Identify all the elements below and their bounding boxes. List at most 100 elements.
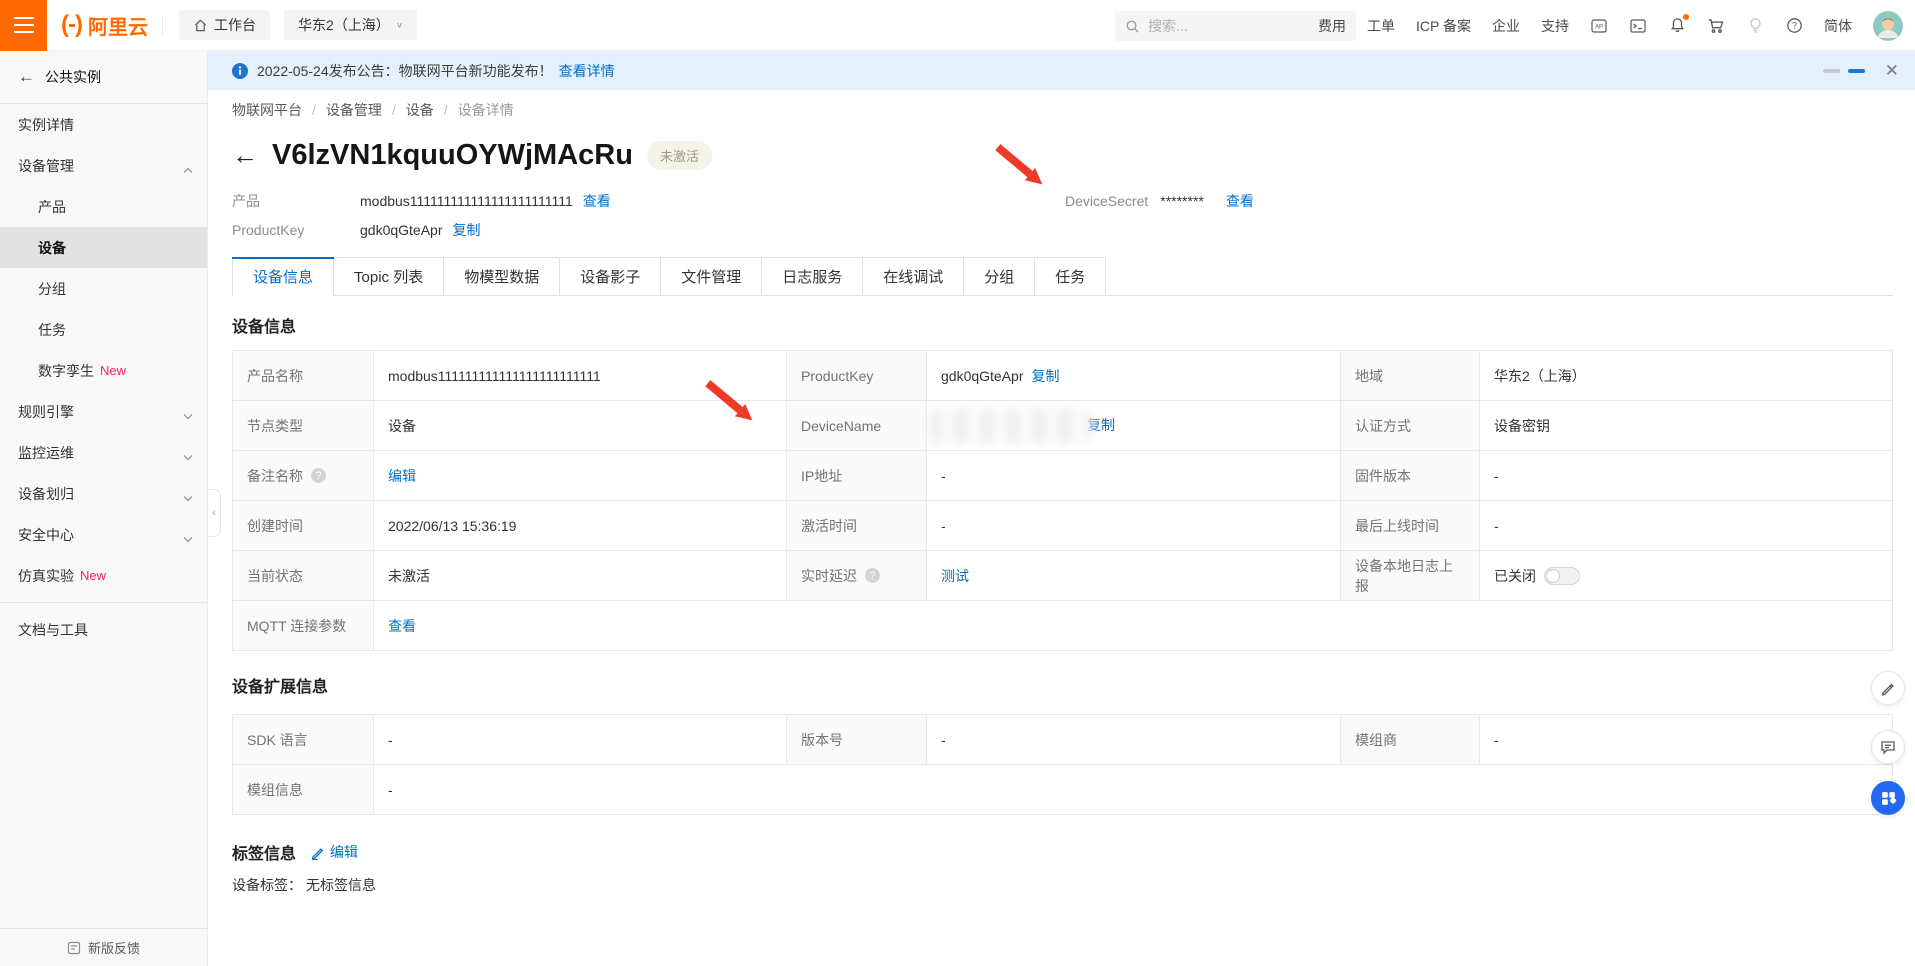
value-realtime-delay: 测试	[927, 551, 1341, 601]
feedback-pencil-button[interactable]	[1871, 671, 1905, 705]
chat-support-button[interactable]	[1871, 730, 1905, 764]
search-icon	[1125, 19, 1140, 34]
lightbulb-icon[interactable]	[1746, 17, 1764, 35]
region-selector[interactable]: 华东2（上海） ∨	[284, 10, 417, 40]
sidebar-item-simulation-lab[interactable]: 仿真实验 New	[0, 555, 207, 596]
label-remark-name: 备注名称?	[233, 451, 374, 501]
label-firmware-version: 固件版本	[1341, 451, 1480, 501]
terminal-icon[interactable]	[1629, 17, 1647, 35]
section-title-device-ext-info: 设备扩展信息	[232, 673, 1893, 697]
tab-file-management[interactable]: 文件管理	[661, 257, 762, 295]
api-icon[interactable]: AP	[1590, 17, 1608, 35]
breadcrumb-iot-platform[interactable]: 物联网平台	[232, 100, 302, 120]
productkey-label: ProductKey	[232, 222, 360, 238]
value-local-log-report: 已关闭	[1480, 551, 1892, 601]
status-badge: 未激活	[647, 141, 712, 170]
sidebar-collapse-handle[interactable]: ‹	[208, 489, 221, 537]
sidebar-item-digital-twin[interactable]: 数字孪生 New	[0, 350, 207, 391]
product-view-link[interactable]: 查看	[583, 191, 611, 211]
tab-tsl-data[interactable]: 物模型数据	[444, 257, 560, 295]
menu-billing[interactable]: 费用	[1318, 16, 1346, 36]
sidebar-item-products[interactable]: 产品	[0, 186, 207, 227]
sidebar-item-groups[interactable]: 分组	[0, 268, 207, 309]
feedback-form-icon	[67, 941, 81, 955]
devicesecret-label: DeviceSecret	[1065, 193, 1148, 209]
section-title-device-info: 设备信息	[232, 313, 1893, 337]
announcement-page-dot-2[interactable]	[1848, 69, 1865, 73]
sidebar-item-docs-tools[interactable]: 文档与工具	[0, 609, 207, 650]
svg-text:?: ?	[1791, 21, 1796, 31]
menu-ticket[interactable]: 工单	[1367, 16, 1395, 36]
menu-enterprise[interactable]: 企业	[1492, 16, 1520, 36]
label-productkey: ProductKey	[787, 351, 927, 401]
tab-topic-list[interactable]: Topic 列表	[334, 257, 444, 295]
devicesecret-view-link[interactable]: 查看	[1226, 191, 1254, 211]
feedback-button[interactable]: 新版反馈	[0, 928, 207, 966]
language-selector[interactable]: 简体	[1824, 16, 1852, 36]
sidebar-item-tasks[interactable]: 任务	[0, 309, 207, 350]
announcement-detail-link[interactable]: 查看详情	[559, 61, 615, 81]
search-input[interactable]	[1148, 18, 1328, 34]
device-tags-value: 无标签信息	[306, 875, 376, 895]
tab-device-info[interactable]: 设备信息	[232, 257, 334, 295]
edit-remark-link[interactable]: 编辑	[388, 466, 416, 486]
announcement-page-dot-1[interactable]	[1823, 69, 1840, 73]
label-version: 版本号	[787, 715, 927, 765]
breadcrumb-devices[interactable]: 设备	[392, 100, 434, 120]
main-content: 物联网平台 设备管理 设备 设备详情 ← V6lzVN1kquuOYWjMAcR…	[208, 90, 1915, 966]
hamburger-menu-icon[interactable]	[0, 0, 47, 51]
sidebar-item-security-center[interactable]: 安全中心	[0, 514, 207, 555]
help-icon[interactable]: ?	[311, 468, 326, 483]
sidebar-item-rules-engine[interactable]: 规则引擎	[0, 391, 207, 432]
test-delay-link[interactable]: 测试	[941, 566, 969, 586]
cart-icon[interactable]	[1707, 17, 1725, 35]
sidebar-item-devices[interactable]: 设备	[0, 227, 207, 268]
sidebar-item-monitoring-ops[interactable]: 监控运维	[0, 432, 207, 473]
sidebar-item-instance-detail[interactable]: 实例详情	[0, 104, 207, 145]
sidebar-back-header[interactable]: ← 公共实例	[0, 51, 207, 104]
topbar-right-menu: 费用 工单 ICP 备案 企业 支持 AP ? 简	[1318, 0, 1903, 51]
value-devicename-masked: 复制	[927, 401, 1341, 451]
home-icon	[193, 18, 208, 33]
divider	[162, 15, 163, 35]
edit-tags-button[interactable]: 编辑	[310, 842, 358, 862]
local-log-toggle[interactable]	[1544, 567, 1580, 585]
aliyun-logo[interactable]: (-) 阿里云	[61, 11, 148, 40]
breadcrumb-device-management[interactable]: 设备管理	[312, 100, 382, 120]
label-local-log-report: 设备本地日志上报	[1341, 551, 1480, 601]
sidebar-item-device-management[interactable]: 设备管理	[0, 145, 207, 186]
product-value: modbus111111111111111111111111	[360, 193, 573, 209]
widget-grid-button[interactable]	[1871, 781, 1905, 815]
copy-productkey-link[interactable]: 复制	[1032, 366, 1060, 386]
productkey-copy-link[interactable]: 复制	[453, 220, 481, 240]
new-badge: New	[80, 568, 106, 583]
menu-support[interactable]: 支持	[1541, 16, 1569, 36]
close-icon[interactable]: ✕	[1885, 62, 1899, 79]
device-tags-label: 设备标签：	[232, 875, 302, 895]
label-created-time: 创建时间	[233, 501, 374, 551]
notifications-bell-icon[interactable]	[1668, 17, 1686, 35]
value-ip-address: -	[927, 451, 1341, 501]
help-icon[interactable]: ?	[1785, 17, 1803, 35]
value-sdk-language: -	[374, 715, 787, 765]
tab-online-debug[interactable]: 在线调试	[863, 257, 964, 295]
tab-groups[interactable]: 分组	[964, 257, 1035, 295]
back-arrow-icon[interactable]: ←	[232, 142, 258, 168]
tab-tasks[interactable]: 任务	[1035, 257, 1106, 295]
chevron-down-icon	[183, 448, 193, 464]
menu-icp[interactable]: ICP 备案	[1416, 16, 1471, 36]
svg-text:AP: AP	[1595, 24, 1603, 30]
view-mqtt-link[interactable]: 查看	[388, 616, 416, 636]
help-icon[interactable]: ?	[865, 568, 880, 583]
user-avatar[interactable]	[1873, 11, 1903, 41]
page-title: V6lzVN1kquuOYWjMAcRu	[272, 139, 633, 172]
tab-log-service[interactable]: 日志服务	[762, 257, 863, 295]
workbench-button[interactable]: 工作台	[179, 10, 270, 40]
comment-icon	[1880, 739, 1896, 755]
sidebar-item-device-assignment[interactable]: 设备划归	[0, 473, 207, 514]
value-activated-time: -	[927, 501, 1341, 551]
label-activated-time: 激活时间	[787, 501, 927, 551]
instance-title: 公共实例	[45, 67, 101, 87]
section-title-tag-info: 标签信息	[232, 840, 296, 864]
tab-device-shadow[interactable]: 设备影子	[560, 257, 661, 295]
